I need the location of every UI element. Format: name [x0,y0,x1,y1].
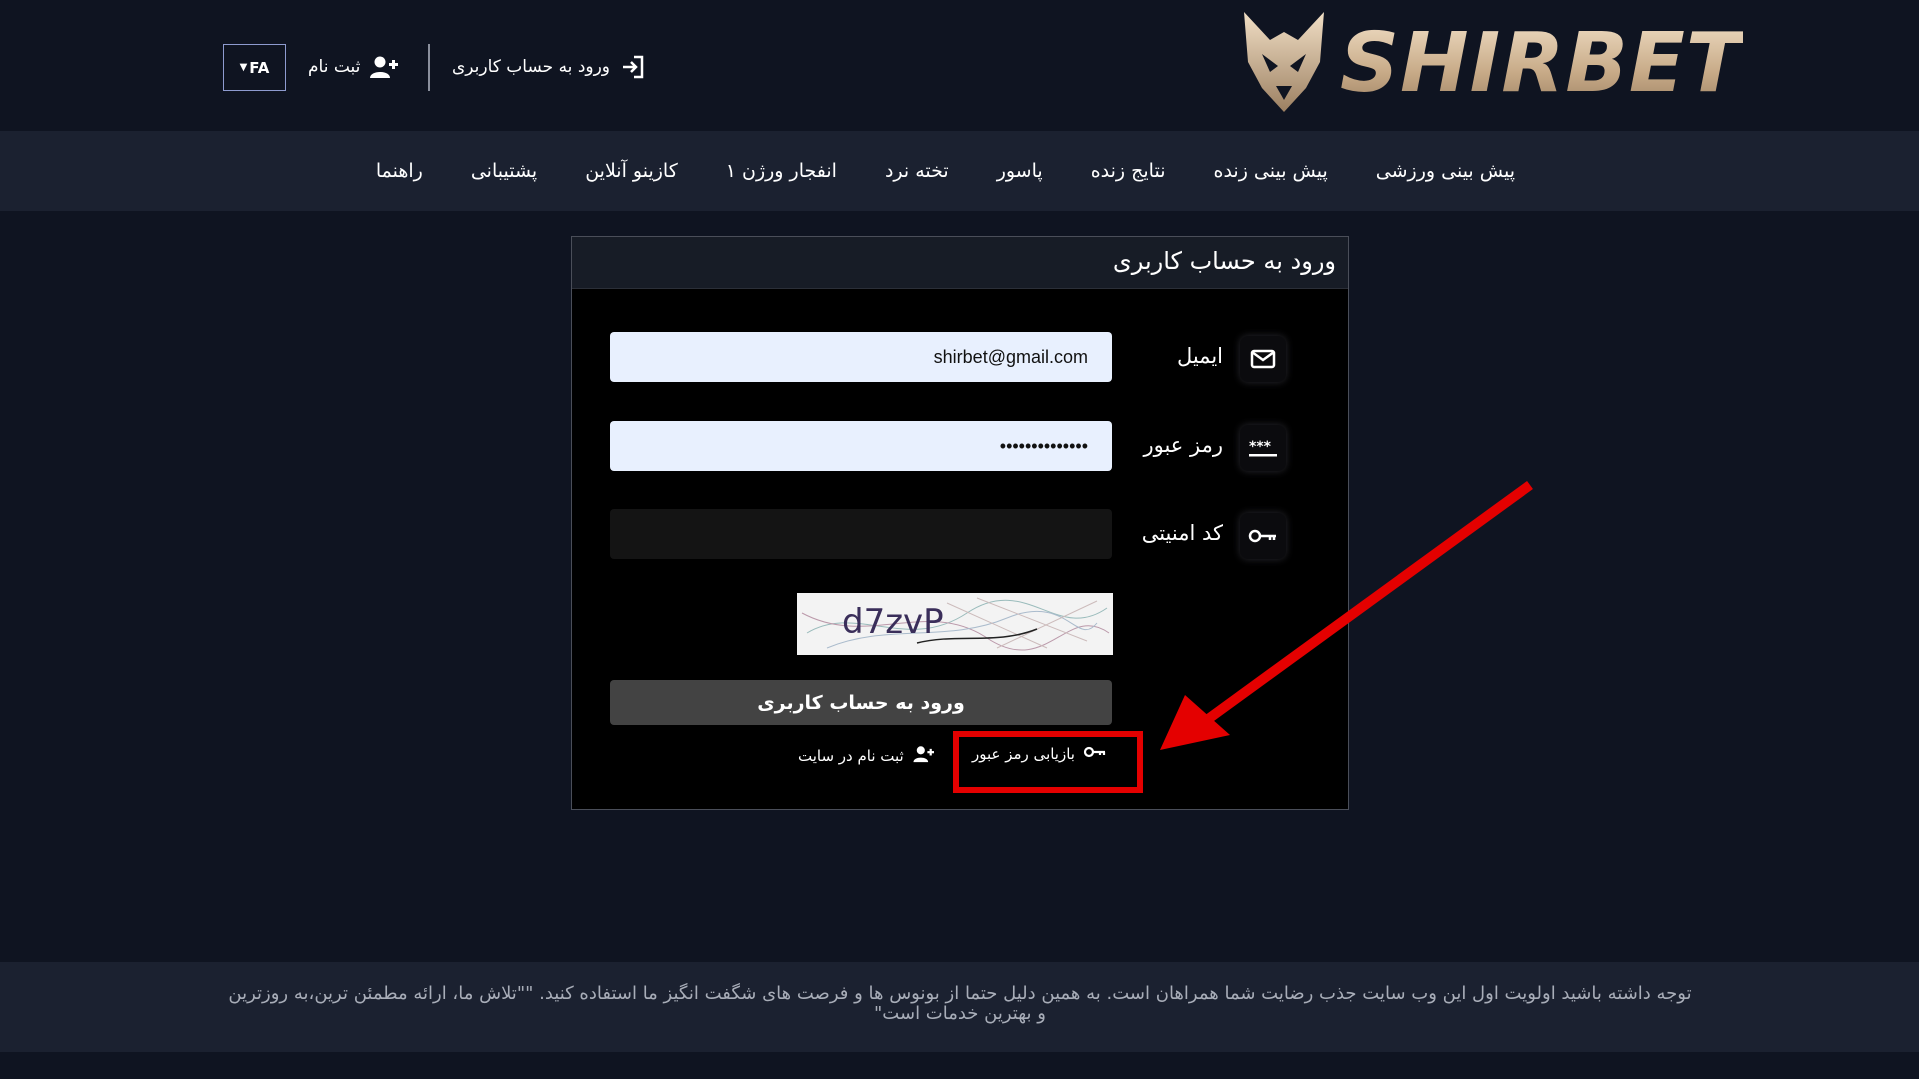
notice-bar: توجه داشته باشید اولویت اول این وب سایت … [0,962,1919,1052]
login-card-header: ورود به حساب کاربری [572,237,1348,289]
nav-list: پیش بینی ورزشی پیش بینی زنده نتایج زنده … [352,131,1539,211]
register-label: ثبت نام [308,57,361,77]
top-header: SHIRBET ▼ FA ثبت نام ورود به حساب کاربری [0,0,1919,131]
envelope-icon [1240,336,1286,382]
nav-item-crash[interactable]: انفجار ورژن ۱ [702,160,861,182]
password-row: رمز عبور *** [572,421,1348,473]
captcha-text: d7zvP [842,602,944,642]
sign-in-icon [618,52,648,82]
captcha-image: d7zvP [797,593,1113,655]
highlight-box [953,731,1143,793]
main-nav: پیش بینی ورزشی پیش بینی زنده نتایج زنده … [0,131,1919,211]
language-label: FA [249,58,270,77]
login-label: ورود به حساب کاربری [452,57,611,77]
shirbet-logo[interactable]: SHIRBET [1240,10,1742,115]
email-field[interactable] [610,332,1112,382]
nav-item-backgammon[interactable]: تخته نرد [861,160,973,182]
email-row: ایمیل [572,332,1348,384]
user-plus-icon [368,52,399,82]
red-arrow-annotation [1160,480,1533,750]
user-plus-icon [912,745,934,767]
logo-wordmark: SHIRBET [1340,16,1743,111]
nav-item-online-casino[interactable]: کازینو آنلاین [561,160,702,182]
nav-item-live-betting[interactable]: پیش بینی زنده [1189,160,1351,182]
login-submit-button[interactable]: ورود به حساب کاربری [610,680,1112,725]
register-link[interactable]: ثبت نام [308,50,399,84]
nav-item-live-results[interactable]: نتایج زنده [1067,160,1190,182]
caret-down-icon: ▼ [239,62,248,73]
security-code-field[interactable] [610,509,1112,559]
password-field[interactable] [610,421,1112,471]
login-card-title: ورود به حساب کاربری [1112,247,1336,275]
nav-item-sports-betting[interactable]: پیش بینی ورزشی [1352,160,1539,182]
signup-link[interactable]: ثبت نام در سایت [798,745,934,767]
login-link[interactable]: ورود به حساب کاربری [452,50,648,84]
language-selector[interactable]: ▼ FA [223,44,286,91]
nav-item-help[interactable]: راهنما [352,160,447,182]
asterisks-icon: *** [1240,425,1286,471]
nav-item-support[interactable]: پشتیبانی [447,160,561,182]
email-label: ایمیل [1176,344,1223,368]
svg-text:***: *** [1249,439,1272,455]
notice-text: توجه داشته باشید اولویت اول این وب سایت … [228,983,1692,1024]
signup-label: ثبت نام در سایت [798,747,904,765]
lion-logo-icon [1244,12,1324,112]
footer-strip [0,1052,1919,1079]
header-divider [428,44,430,91]
nav-item-pasur[interactable]: پاسور [973,160,1067,182]
password-label: رمز عبور [1143,433,1223,457]
